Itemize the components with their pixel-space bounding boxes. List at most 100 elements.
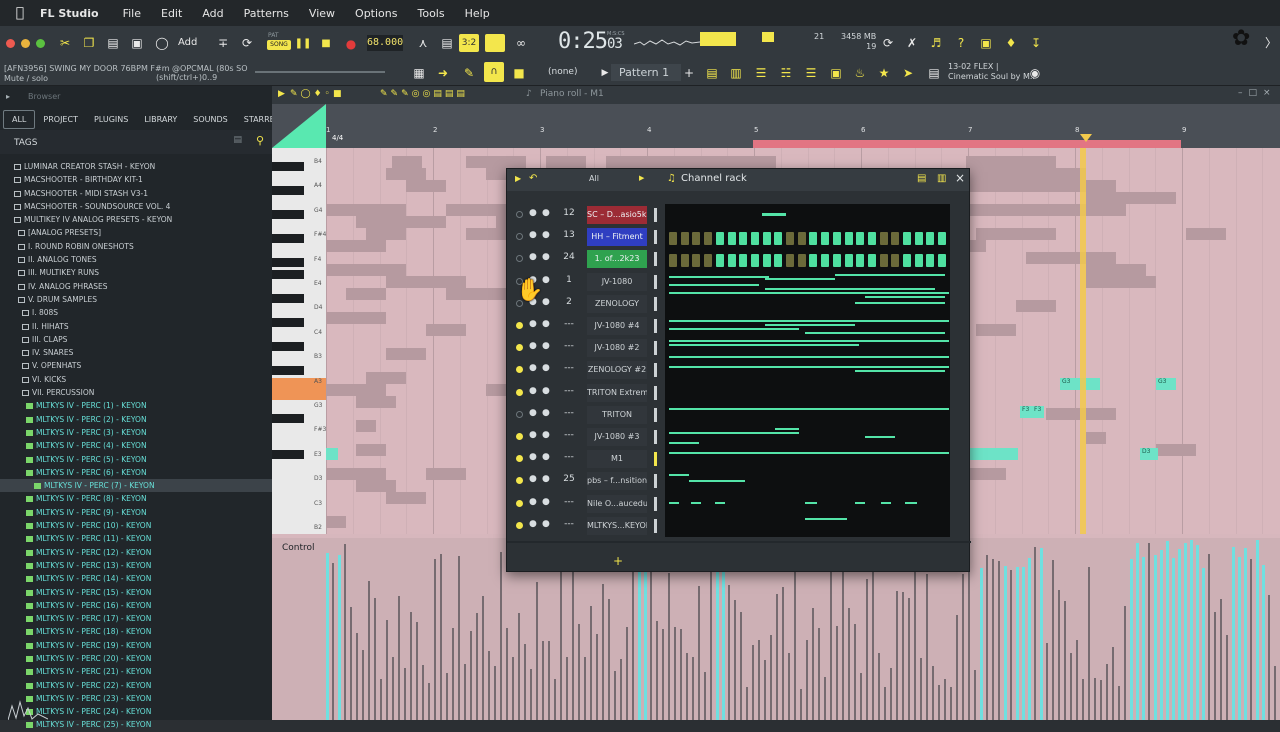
step-button[interactable] <box>669 232 677 245</box>
channel-name-button[interactable]: TRITON <box>587 405 647 424</box>
step-button[interactable] <box>914 232 923 245</box>
velocity-bar[interactable] <box>572 566 574 720</box>
menu-options[interactable]: Options <box>355 7 397 20</box>
black-key[interactable] <box>272 414 304 423</box>
velocity-bar[interactable] <box>1064 600 1066 720</box>
velocity-bar[interactable] <box>800 689 802 720</box>
note[interactable] <box>326 204 406 216</box>
mixer-track-number[interactable]: --- <box>559 497 579 507</box>
channel-select-bar[interactable] <box>654 496 657 511</box>
search-icon[interactable]: ⚲ <box>256 134 264 147</box>
step-button[interactable] <box>750 232 759 245</box>
channel-select-bar[interactable] <box>654 518 657 533</box>
snap-magnet-icon[interactable]: ∩ <box>484 62 504 82</box>
mixer-track-number[interactable]: 1 <box>559 275 579 285</box>
velocity-bar[interactable] <box>620 658 622 720</box>
folder-item[interactable]: [ANALOG PRESETS] <box>0 226 272 239</box>
volume-knob-icon[interactable]: ● <box>542 408 550 418</box>
file-item[interactable]: MLTKYS IV - PERC (5) - KEYON <box>0 453 272 466</box>
rack-filter-select[interactable]: All <box>589 174 599 183</box>
folder-item[interactable]: VI. KICKS <box>0 373 272 386</box>
velocity-bar[interactable] <box>332 562 334 720</box>
velocity-bar[interactable] <box>734 600 736 720</box>
velocity-bar[interactable] <box>338 554 341 720</box>
rack-scrollbar[interactable] <box>507 541 971 543</box>
playlist-icon[interactable]: ▤ <box>703 64 721 82</box>
channel-name-button[interactable]: JV-1080 #4 <box>587 317 647 335</box>
velocity-bar[interactable] <box>986 555 988 720</box>
step-button[interactable] <box>856 254 865 267</box>
plugin-db-icon[interactable]: ♨ <box>851 64 869 82</box>
velocity-bar[interactable] <box>764 659 766 720</box>
mini-note[interactable] <box>835 274 945 276</box>
note[interactable] <box>966 204 1126 216</box>
master-volume-slider[interactable] <box>255 71 385 73</box>
file-item[interactable]: MLTKYS IV - PERC (4) - KEYON <box>0 439 272 452</box>
playhead-marker[interactable] <box>1080 134 1092 142</box>
step-button[interactable] <box>669 254 677 267</box>
mixer-track-number[interactable]: --- <box>559 319 579 329</box>
tuner-icon[interactable]: ∓ <box>214 34 232 52</box>
channel-select-bar[interactable] <box>654 452 657 467</box>
mixer-icon[interactable]: ✗ <box>903 34 921 52</box>
channel-mute-led[interactable] <box>516 499 523 507</box>
menu-add[interactable]: Add <box>202 7 223 20</box>
channel-name-button[interactable]: 1. of...2k23 <box>587 250 647 269</box>
step-button[interactable] <box>704 232 713 245</box>
step-button[interactable] <box>727 254 736 267</box>
mini-note[interactable] <box>669 340 949 342</box>
channel-name-button[interactable]: JV-1080 #2 <box>587 339 647 358</box>
mini-note[interactable] <box>669 344 859 346</box>
comment-icon[interactable]: ◯ <box>153 34 171 52</box>
globe-icon[interactable]: ◉ <box>1026 64 1044 82</box>
note[interactable] <box>386 168 426 180</box>
note[interactable] <box>976 228 1056 240</box>
folder-item[interactable]: III. CLAPS <box>0 333 272 346</box>
velocity-bar[interactable] <box>1100 680 1102 720</box>
folder-item[interactable]: V. DRUM SAMPLES <box>0 293 272 306</box>
velocity-bar[interactable] <box>566 656 568 720</box>
speaker-icon[interactable]: ♪ <box>526 89 532 99</box>
channel-select-bar[interactable] <box>654 296 657 311</box>
step-button[interactable] <box>832 232 841 245</box>
metronome-icon[interactable]: ⋏ <box>414 34 432 52</box>
song-mode-toggle[interactable]: SONG <box>267 40 291 50</box>
volume-knob-icon[interactable]: ● <box>542 474 550 484</box>
velocity-bar[interactable] <box>758 639 760 720</box>
velocity-bar[interactable] <box>836 626 838 720</box>
mini-note[interactable] <box>855 502 865 504</box>
note[interactable] <box>386 492 426 504</box>
folder-item[interactable]: MULTIKEY IV ANALOG PRESETS - KEYON <box>0 213 272 226</box>
note[interactable] <box>356 444 386 456</box>
velocity-bar[interactable] <box>1124 605 1126 720</box>
channel-name-button[interactable]: JV-1080 #3 <box>587 428 647 446</box>
step-button[interactable] <box>844 232 853 245</box>
mixer-track-number[interactable]: --- <box>559 386 579 396</box>
volume-knob-icon[interactable]: ● <box>542 497 550 507</box>
file-item[interactable]: MLTKYS IV - PERC (15) - KEYON <box>0 586 272 599</box>
tab-all[interactable]: ALL <box>3 109 36 129</box>
note[interactable] <box>326 264 406 276</box>
velocity-bar[interactable] <box>1052 559 1054 720</box>
undo-history-icon[interactable]: ⟳ <box>879 34 897 52</box>
pan-knob-icon[interactable]: ● <box>529 230 537 240</box>
velocity-bar[interactable] <box>614 670 616 720</box>
mini-note[interactable] <box>765 324 855 326</box>
step-button[interactable] <box>844 254 853 267</box>
edit-tools[interactable]: ✎✎✎◎◎▤▤▤ <box>380 89 468 99</box>
file-item[interactable]: MLTKYS IV - PERC (13) - KEYON <box>0 559 272 572</box>
stamp-icon[interactable]: ■ <box>510 64 528 82</box>
velocity-bar[interactable] <box>686 653 688 720</box>
step-button[interactable] <box>832 254 841 267</box>
velocity-bar[interactable] <box>398 595 400 720</box>
velocity-bar[interactable] <box>932 666 934 720</box>
rack-menu-icon[interactable]: ▶ <box>515 174 521 183</box>
velocity-bar[interactable] <box>404 667 406 720</box>
selected-note[interactable]: D3 <box>1140 448 1158 460</box>
volume-knob-icon[interactable]: ● <box>542 208 550 218</box>
velocity-bar[interactable] <box>542 640 544 720</box>
step-button[interactable] <box>891 254 900 267</box>
velocity-bar[interactable] <box>1142 557 1145 720</box>
velocity-bar[interactable] <box>584 656 586 720</box>
velocity-bar[interactable] <box>494 666 496 720</box>
